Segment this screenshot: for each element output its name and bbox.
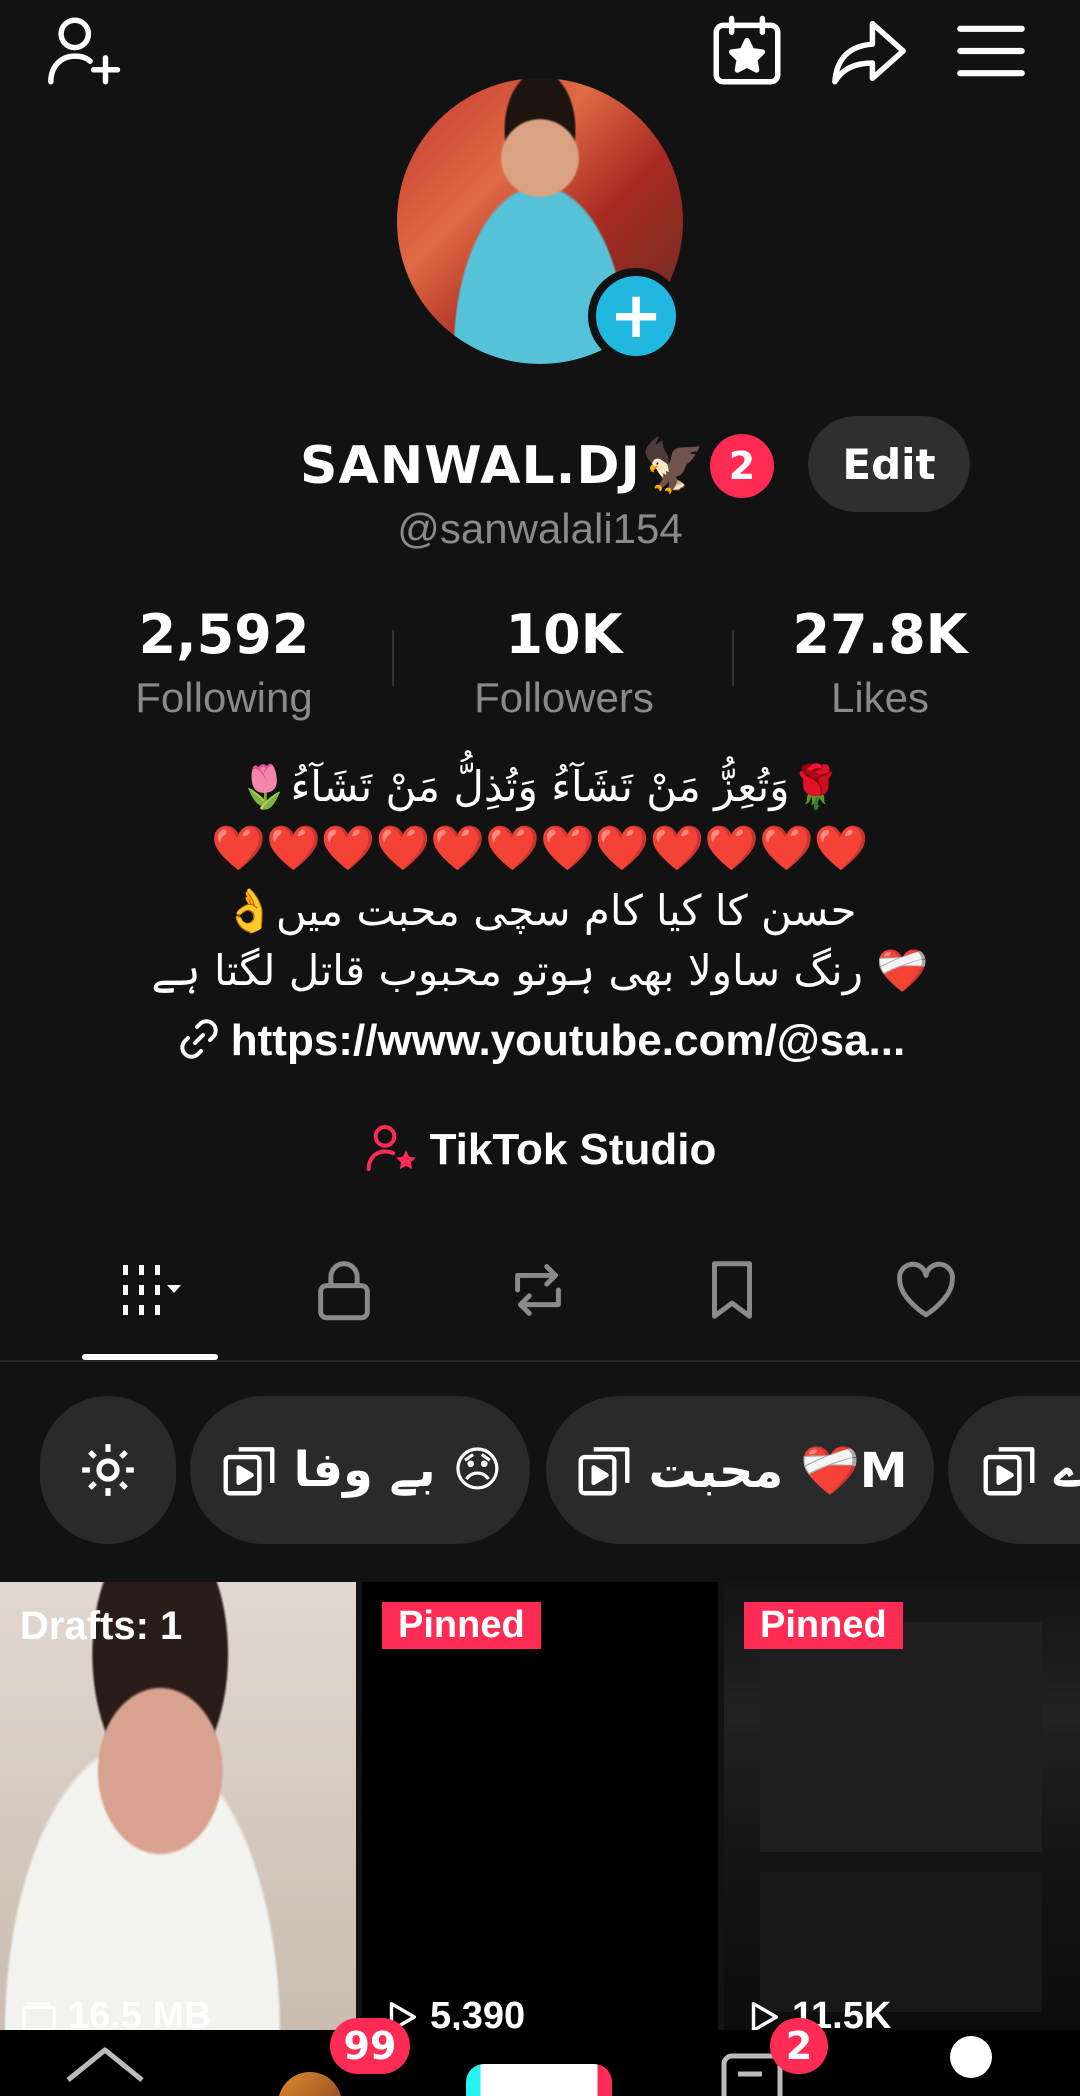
tabs-divider xyxy=(0,1360,1080,1362)
draft-tile[interactable]: Drafts: 1 16.5 MB xyxy=(0,1582,356,2032)
tab-favorites[interactable] xyxy=(662,1250,802,1330)
followers-count: 10K xyxy=(505,603,623,666)
followers-label: Followers xyxy=(474,674,654,721)
bio-line: ❤️❤️❤️❤️❤️❤️❤️❤️❤️❤️❤️❤️ xyxy=(211,823,869,874)
inbox-badge: 99 xyxy=(330,2018,410,2074)
tiktok-studio-link[interactable]: TikTok Studio xyxy=(0,1120,1080,1176)
lock-icon xyxy=(318,1261,370,1321)
edit-button[interactable]: Edit xyxy=(808,416,970,512)
drafts-label: Drafts: 1 xyxy=(20,1604,183,1648)
notification-badge[interactable]: 2 xyxy=(710,434,774,498)
playlist-icon xyxy=(223,1447,274,1496)
link-icon xyxy=(180,1019,218,1059)
playlist-icon xyxy=(578,1447,629,1496)
heart-icon xyxy=(897,1261,955,1318)
nav-home[interactable] xyxy=(60,2030,150,2096)
likes-label: Likes xyxy=(830,674,930,721)
pinned-badge: Pinned xyxy=(744,1602,903,1649)
bio-line: رنگ ساولا بھی ہوتو محبوب قاتل لگتا ہے ❤️… xyxy=(151,946,929,995)
collections-settings-button[interactable] xyxy=(40,1396,176,1544)
video-thumbnail xyxy=(760,1622,1042,1852)
add-friend-icon[interactable] xyxy=(42,8,128,94)
bio-link[interactable]: https://www.youtube.com/@sa... xyxy=(0,1015,1080,1066)
collection-item[interactable]: محبت ❤️‍🩹M xyxy=(546,1396,934,1544)
display-name: SANWAL.DJ🦅 xyxy=(300,435,707,496)
plus-icon: + xyxy=(596,276,676,356)
profile-dot-icon xyxy=(950,2036,992,2078)
stat-followers[interactable]: 10K Followers xyxy=(424,600,704,726)
nav-profile[interactable] xyxy=(950,2030,994,2096)
create-button[interactable] xyxy=(466,2030,612,2096)
draft-size-value: 16.5 MB xyxy=(68,1995,212,2032)
video-thumbnail xyxy=(760,1872,1042,2012)
bio-line: 🌷وَتُعِزُّ مَنْ تَشَآءُ وَتُذِلُّ مَنْ ت… xyxy=(238,762,842,811)
stat-likes[interactable]: 27.8K Likes xyxy=(740,600,1020,726)
pinned-badge: Pinned xyxy=(382,1602,541,1649)
grid-icon xyxy=(123,1265,181,1315)
collection-label: محبت ❤️‍🩹M xyxy=(648,1442,908,1499)
share-icon[interactable] xyxy=(826,8,912,94)
menu-icon[interactable] xyxy=(948,8,1034,94)
add-avatar-button[interactable]: + xyxy=(588,268,684,364)
bio-link-text: https://www.youtube.com/@sa... xyxy=(230,1016,906,1065)
bottom-nav: 99 2 xyxy=(0,2018,1080,2096)
stat-divider xyxy=(392,630,394,686)
collection-item[interactable]: بے وفا 😞 xyxy=(190,1396,530,1544)
tab-private[interactable] xyxy=(274,1250,414,1330)
following-label: Following xyxy=(135,674,313,721)
studio-icon xyxy=(366,1125,416,1171)
view-count-value: 5,390 xyxy=(430,1995,526,2032)
collection-label: بے وفا 😞 xyxy=(293,1442,503,1498)
video-tile[interactable]: Pinned 11.5K xyxy=(724,1582,1080,2032)
username: @sanwalali154 xyxy=(397,505,683,552)
repost-icon xyxy=(515,1264,561,1316)
folder-icon xyxy=(22,2001,56,2032)
stat-divider xyxy=(732,630,734,686)
video-tile[interactable]: Pinned 5,390 xyxy=(362,1582,718,2032)
messages-badge: 2 xyxy=(770,2018,828,2074)
likes-count: 27.8K xyxy=(792,603,968,666)
studio-label: TikTok Studio xyxy=(429,1125,717,1174)
following-count: 2,592 xyxy=(138,603,310,666)
tab-reposts[interactable] xyxy=(468,1250,608,1330)
tab-videos[interactable] xyxy=(80,1250,220,1330)
bio-line: 👌حسن کا کیا کام سچی محبت میں xyxy=(223,886,857,935)
calendar-star-icon[interactable] xyxy=(704,8,790,94)
view-count: 5,390 xyxy=(382,1995,525,2032)
draft-size: 16.5 MB xyxy=(20,1995,212,2032)
stat-following[interactable]: 2,592 Following xyxy=(84,600,364,726)
create-button-shape xyxy=(466,2064,612,2096)
tab-liked[interactable] xyxy=(856,1250,996,1330)
bookmark-icon xyxy=(712,1261,752,1319)
home-icon xyxy=(66,2047,144,2082)
playlist-icon xyxy=(983,1447,1035,1496)
collection-item[interactable]: ے xyxy=(948,1396,1080,1544)
friends-avatar xyxy=(278,2072,342,2096)
collection-label: ے xyxy=(1054,1442,1080,1498)
gear-icon xyxy=(82,1444,134,1496)
